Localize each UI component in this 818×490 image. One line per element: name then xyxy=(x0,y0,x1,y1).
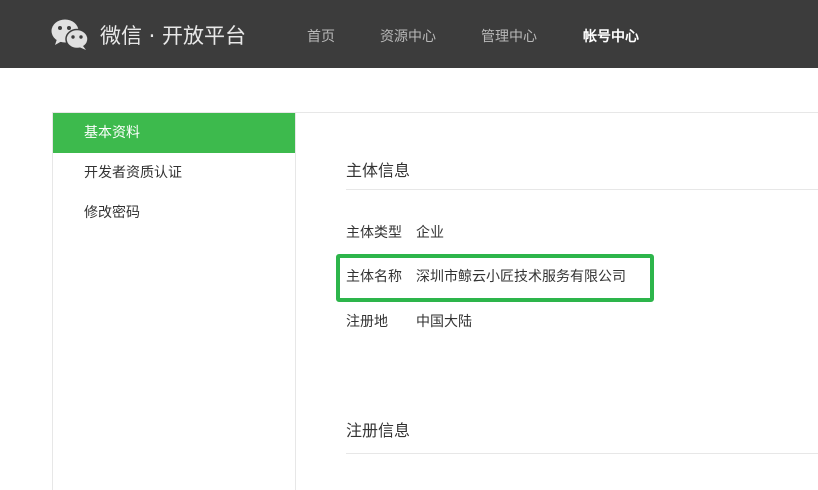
subject-name-label: 主体名称 xyxy=(346,269,402,285)
section-divider xyxy=(346,189,818,190)
subject-type-label: 主体类型 xyxy=(346,225,402,241)
sidebar-item-basic-info[interactable]: 基本资料 xyxy=(53,113,295,153)
nav-home[interactable]: 首页 xyxy=(307,28,335,46)
sidebar-item-developer-verification[interactable]: 开发者资质认证 xyxy=(53,153,295,193)
subject-info-title: 主体信息 xyxy=(346,161,411,180)
section-divider xyxy=(346,453,818,454)
registration-info-title: 注册信息 xyxy=(346,421,411,440)
subject-type-value: 企业 xyxy=(416,225,444,241)
wechat-logo-icon xyxy=(51,19,89,50)
sidebar: 基本资料 开发者资质认证 修改密码 xyxy=(52,113,296,490)
top-navbar: 微信 · 开放平台 首页 资源中心 管理中心 帐号中心 xyxy=(0,0,818,68)
sidebar-item-change-password[interactable]: 修改密码 xyxy=(53,193,295,233)
nav-resources[interactable]: 资源中心 xyxy=(380,28,436,46)
nav-management[interactable]: 管理中心 xyxy=(481,28,537,46)
platform-title[interactable]: 微信 · 开放平台 xyxy=(100,22,246,50)
nav-account-center[interactable]: 帐号中心 xyxy=(583,28,639,46)
registration-place-value: 中国大陆 xyxy=(416,314,472,330)
registration-place-label: 注册地 xyxy=(346,314,388,330)
subject-name-value: 深圳市鲸云小匠技术服务有限公司 xyxy=(416,269,626,285)
